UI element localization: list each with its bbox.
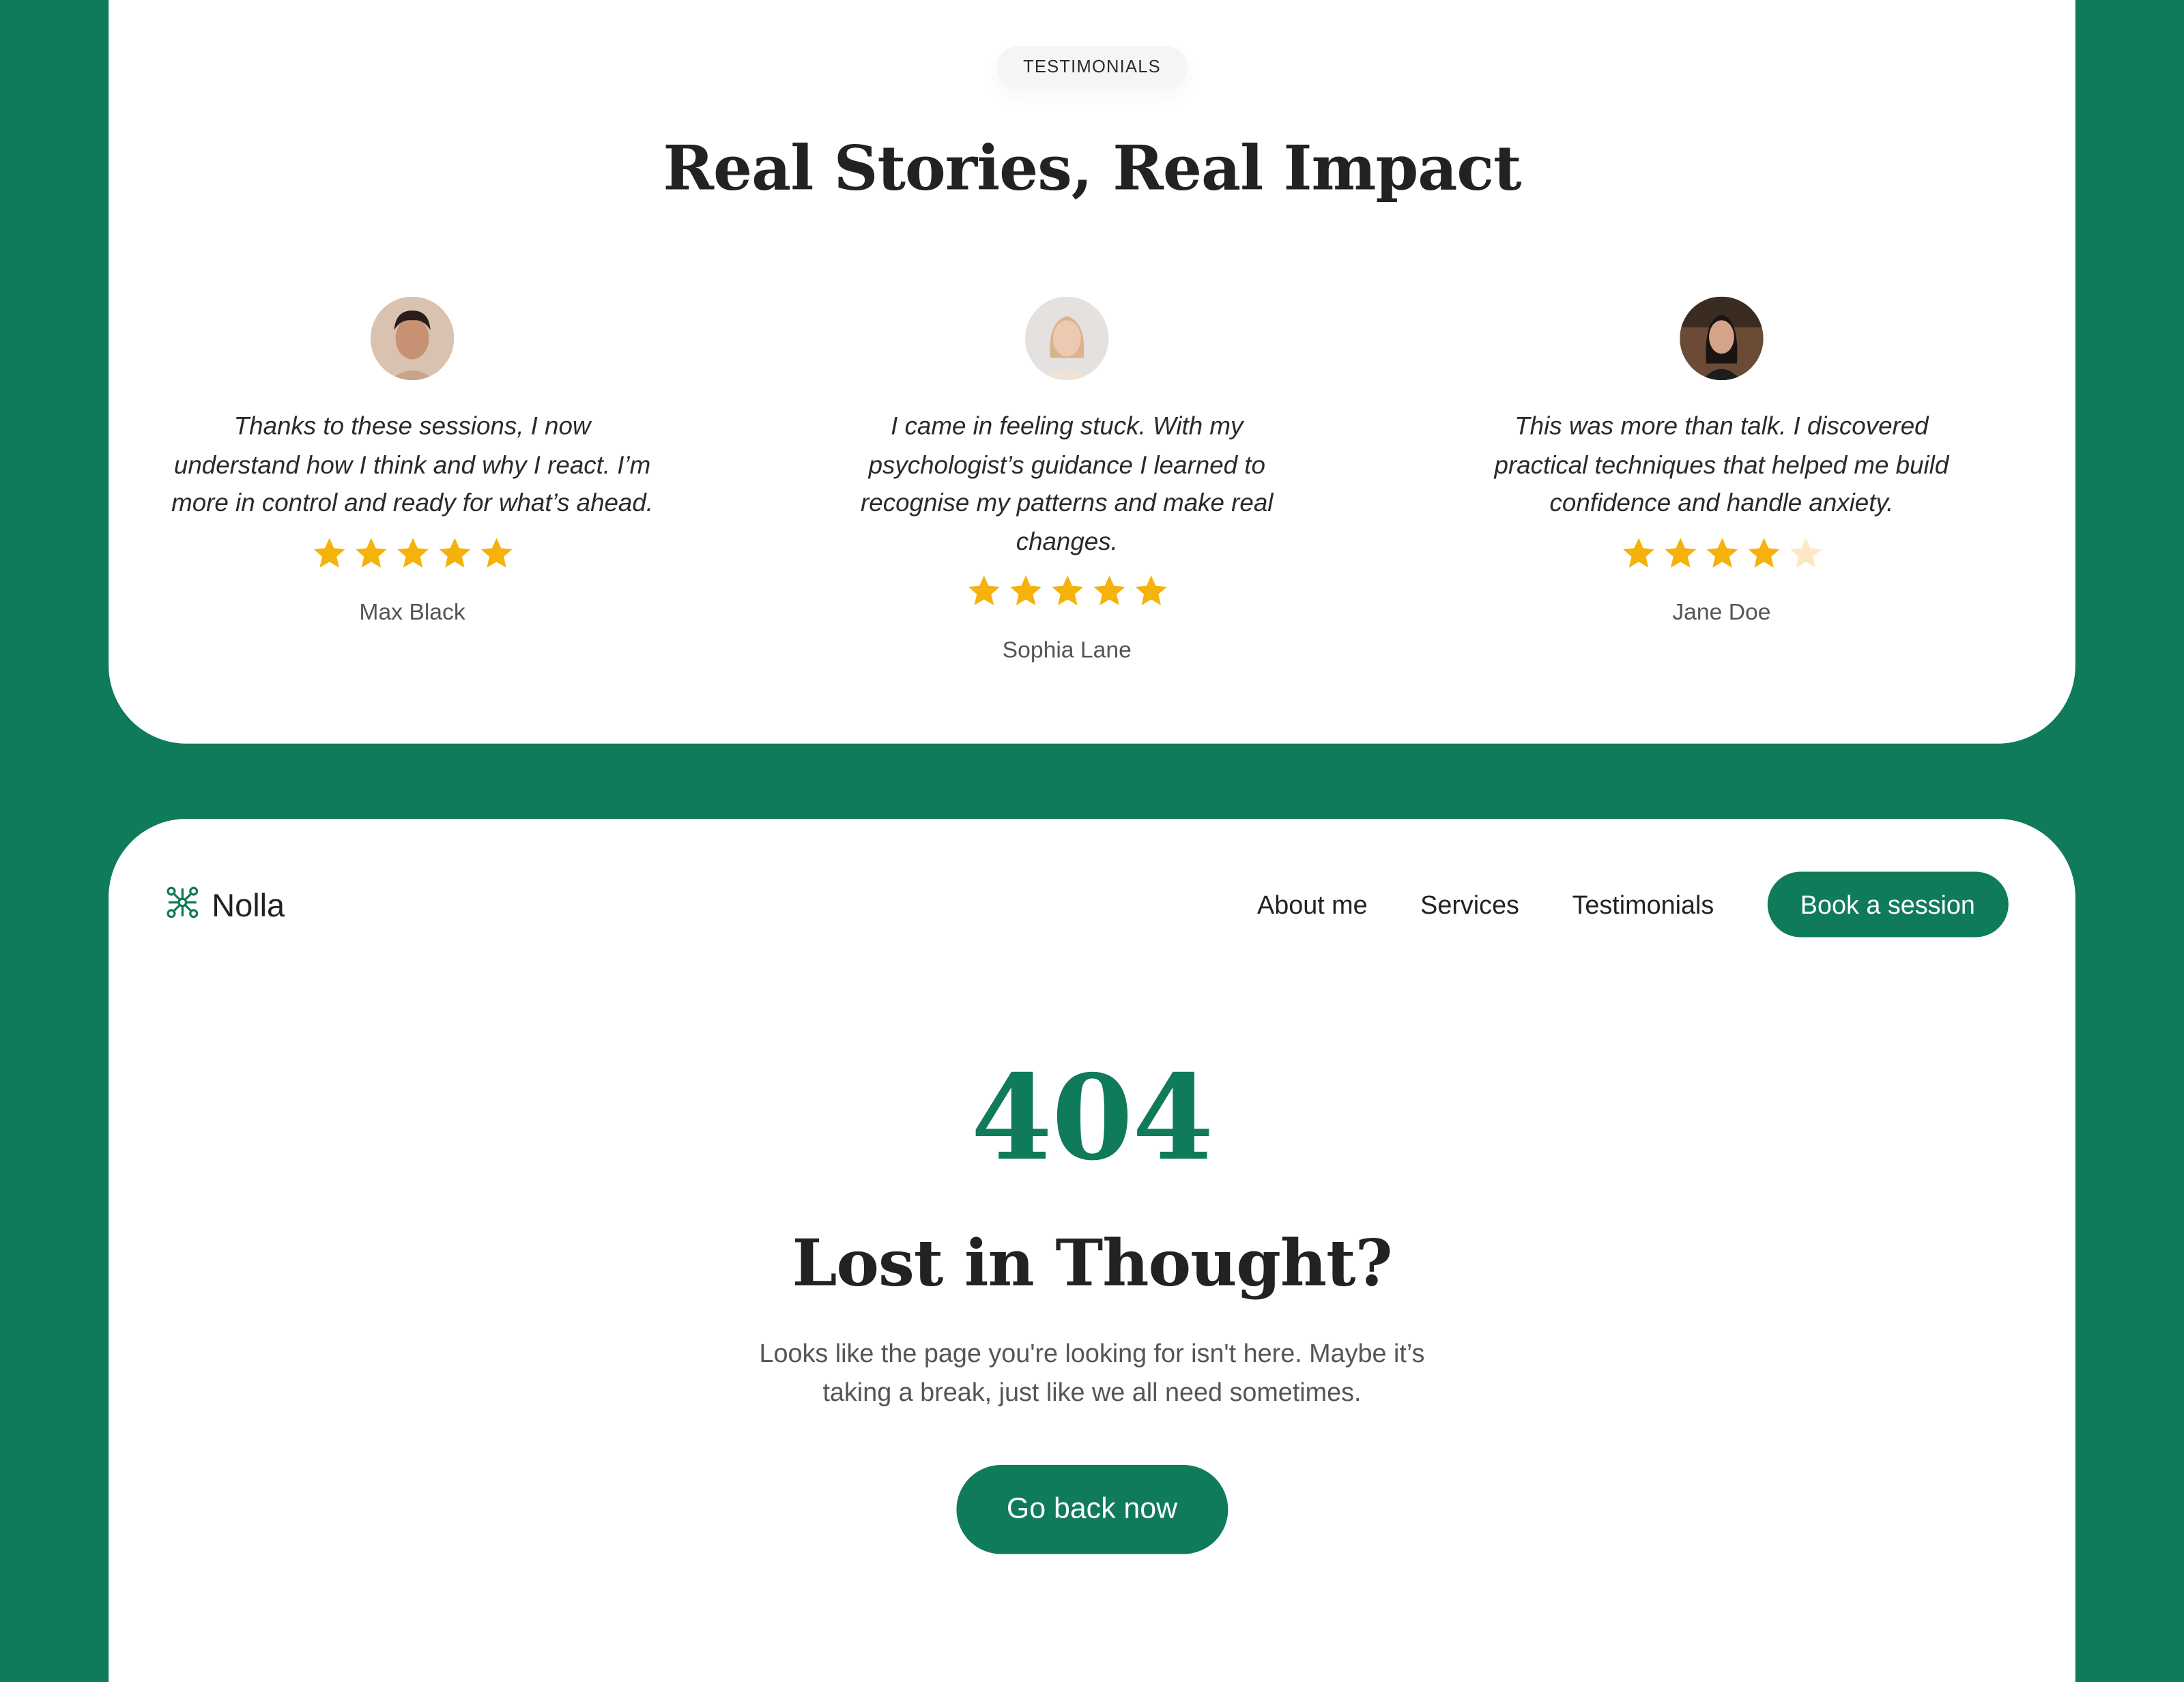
star-rating <box>816 572 1318 617</box>
star-icon <box>1048 572 1086 610</box>
star-icon <box>1744 534 1782 572</box>
star-icon <box>1703 534 1740 572</box>
section-badge: TESTIMONIALS <box>996 46 1188 88</box>
testimonial-card: This was more than talk. I discovered pr… <box>1471 296 1972 628</box>
testimonial-card: Thanks to these sessions, I now understa… <box>162 296 663 628</box>
star-icon <box>435 534 473 572</box>
nav-link-testimonials[interactable]: Testimonials <box>1572 889 1714 920</box>
star-icon <box>1619 534 1656 572</box>
star-icon <box>1132 572 1169 610</box>
testimonial-quote: This was more than talk. I discovered pr… <box>1494 412 1949 517</box>
testimonial-quote: Thanks to these sessions, I now understa… <box>171 412 654 517</box>
testimonials-section: TESTIMONIALS Real Stories, Real Impact T… <box>109 0 2075 744</box>
testimonial-quote: I came in feeling stuck. With my psychol… <box>861 412 1274 555</box>
star-icon <box>351 534 389 572</box>
error-title: Lost in Thought? <box>792 1225 1392 1301</box>
section-title: Real Stories, Real Impact <box>663 133 1521 205</box>
testimonial-name: Sophia Lane <box>1002 637 1132 663</box>
testimonial-card: I came in feeling stuck. With my psychol… <box>816 296 1318 666</box>
page: TESTIMONIALS Real Stories, Real Impact T… <box>0 0 2184 1682</box>
star-rating <box>1471 534 1972 579</box>
star-icon <box>394 534 431 572</box>
star-icon <box>477 534 515 572</box>
book-session-button[interactable]: Book a session <box>1766 871 2009 938</box>
not-found-section: Nolla About me Services Testimonials Boo… <box>109 818 2075 1682</box>
error-code: 404 <box>971 1048 1214 1187</box>
main-nav: About me Services Testimonials Book a se… <box>1257 871 2009 938</box>
nav-link-about[interactable]: About me <box>1257 889 1368 920</box>
nav-link-services[interactable]: Services <box>1420 889 1519 920</box>
testimonial-name: Max Black <box>359 599 465 625</box>
star-icon <box>964 572 1002 610</box>
star-icon <box>1090 572 1127 610</box>
star-icon <box>1661 534 1699 572</box>
error-description: Looks like the page you're looking for i… <box>759 1338 1425 1407</box>
star-empty-icon <box>1786 534 1824 572</box>
avatar <box>370 296 455 381</box>
star-rating <box>162 534 663 579</box>
go-back-button[interactable]: Go back now <box>956 1464 1228 1554</box>
logo[interactable]: Nolla <box>164 884 285 926</box>
avatar <box>1025 296 1109 381</box>
molecule-icon <box>164 884 201 927</box>
testimonial-name: Jane Doe <box>1672 599 1771 625</box>
star-icon <box>310 534 347 572</box>
logo-text: Nolla <box>212 886 285 923</box>
avatar <box>1680 296 1764 381</box>
star-icon <box>1006 572 1044 610</box>
